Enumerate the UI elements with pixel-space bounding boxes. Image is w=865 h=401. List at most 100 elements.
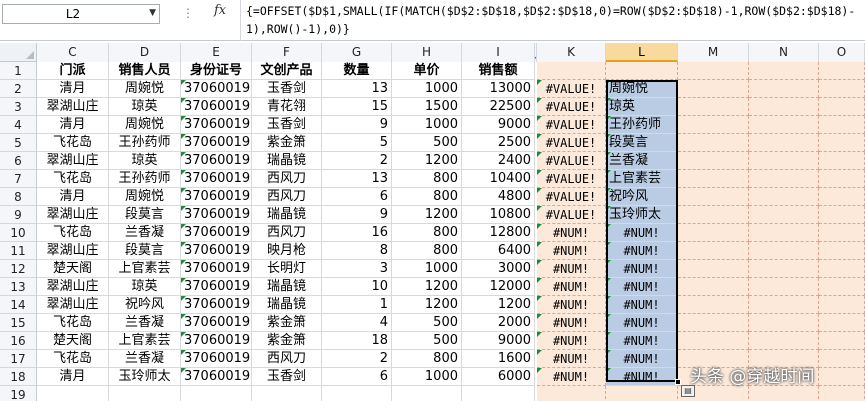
cell-l1[interactable] bbox=[606, 62, 678, 80]
cell-d17[interactable]: 兰香凝 bbox=[109, 350, 181, 368]
formula-input[interactable]: {=OFFSET($D$1,SMALL(IF(MATCH($D$2:$D$18,… bbox=[246, 2, 864, 38]
cell-l7[interactable]: 上官素芸 bbox=[606, 170, 678, 188]
column-header-k[interactable]: K bbox=[537, 43, 606, 62]
cell-e4[interactable]: 37060019 bbox=[181, 116, 252, 134]
cell-d15[interactable]: 兰香凝 bbox=[109, 314, 181, 332]
cell-c11[interactable]: 翠湖山庄 bbox=[37, 242, 109, 260]
cell-c19[interactable] bbox=[37, 386, 109, 401]
cell-i13[interactable]: 12000 bbox=[462, 278, 535, 296]
cell-g9[interactable]: 9 bbox=[322, 206, 392, 224]
cell-n14[interactable] bbox=[749, 296, 819, 314]
cell-d10[interactable]: 兰香凝 bbox=[109, 224, 181, 242]
cell-i8[interactable]: 4800 bbox=[462, 188, 535, 206]
cell-f4[interactable]: 玉香剑 bbox=[252, 116, 322, 134]
cell-o16[interactable] bbox=[819, 332, 865, 350]
row-header-19[interactable]: 19 bbox=[0, 386, 37, 401]
cell-n6[interactable] bbox=[749, 152, 819, 170]
cell-o13[interactable] bbox=[819, 278, 865, 296]
cell-i14[interactable]: 1200 bbox=[462, 296, 535, 314]
cell-f18[interactable]: 玉香剑 bbox=[252, 368, 322, 386]
cell-k18[interactable]: #NUM! bbox=[537, 368, 606, 386]
cell-g1[interactable]: 数量 bbox=[322, 62, 392, 80]
cell-m4[interactable] bbox=[678, 116, 749, 134]
cell-n19[interactable] bbox=[749, 386, 819, 401]
cell-l9[interactable]: 玉玲师太 bbox=[606, 206, 678, 224]
row-header-11[interactable]: 11 bbox=[0, 242, 37, 260]
cell-m8[interactable] bbox=[678, 188, 749, 206]
cell-g6[interactable]: 2 bbox=[322, 152, 392, 170]
cell-m3[interactable] bbox=[678, 98, 749, 116]
cell-m14[interactable] bbox=[678, 296, 749, 314]
cell-i4[interactable]: 9000 bbox=[462, 116, 535, 134]
column-header-m[interactable]: M bbox=[678, 43, 749, 62]
cell-h16[interactable]: 500 bbox=[392, 332, 462, 350]
cell-f5[interactable]: 紫金箫 bbox=[252, 134, 322, 152]
cell-o14[interactable] bbox=[819, 296, 865, 314]
cell-k11[interactable]: #NUM! bbox=[537, 242, 606, 260]
cell-e7[interactable]: 37060019 bbox=[181, 170, 252, 188]
cell-o19[interactable] bbox=[819, 386, 865, 401]
cell-d3[interactable]: 琼英 bbox=[109, 98, 181, 116]
cell-k15[interactable]: #NUM! bbox=[537, 314, 606, 332]
cell-c17[interactable]: 飞花岛 bbox=[37, 350, 109, 368]
cell-h6[interactable]: 1200 bbox=[392, 152, 462, 170]
cell-d13[interactable]: 琼英 bbox=[109, 278, 181, 296]
row-header-4[interactable]: 4 bbox=[0, 116, 37, 134]
row-header-14[interactable]: 14 bbox=[0, 296, 37, 314]
cell-i1[interactable]: 销售额 bbox=[462, 62, 535, 80]
cell-c3[interactable]: 翠湖山庄 bbox=[37, 98, 109, 116]
cell-f7[interactable]: 西风刀 bbox=[252, 170, 322, 188]
cell-d1[interactable]: 销售人员 bbox=[109, 62, 181, 80]
cell-c15[interactable]: 飞花岛 bbox=[37, 314, 109, 332]
cell-c12[interactable]: 楚天阁 bbox=[37, 260, 109, 278]
cell-h8[interactable]: 800 bbox=[392, 188, 462, 206]
cell-d6[interactable]: 琼英 bbox=[109, 152, 181, 170]
cell-k17[interactable]: #NUM! bbox=[537, 350, 606, 368]
cell-l13[interactable]: #NUM! bbox=[606, 278, 678, 296]
cell-e5[interactable]: 37060019 bbox=[181, 134, 252, 152]
cell-i5[interactable]: 2500 bbox=[462, 134, 535, 152]
cell-e9[interactable]: 37060019 bbox=[181, 206, 252, 224]
row-header-15[interactable]: 15 bbox=[0, 314, 37, 332]
cell-h7[interactable]: 800 bbox=[392, 170, 462, 188]
cell-c9[interactable]: 翠湖山庄 bbox=[37, 206, 109, 224]
cell-k14[interactable]: #NUM! bbox=[537, 296, 606, 314]
cell-h12[interactable]: 1000 bbox=[392, 260, 462, 278]
cell-e17[interactable]: 37060019 bbox=[181, 350, 252, 368]
cell-m1[interactable] bbox=[678, 62, 749, 80]
cell-e10[interactable]: 37060019 bbox=[181, 224, 252, 242]
column-header-d[interactable]: D bbox=[109, 43, 181, 62]
cell-d16[interactable]: 上官素芸 bbox=[109, 332, 181, 350]
cell-g11[interactable]: 8 bbox=[322, 242, 392, 260]
cell-n11[interactable] bbox=[749, 242, 819, 260]
cell-k1[interactable] bbox=[537, 62, 606, 80]
cell-k10[interactable]: #NUM! bbox=[537, 224, 606, 242]
cell-n4[interactable] bbox=[749, 116, 819, 134]
cell-f10[interactable]: 西风刀 bbox=[252, 224, 322, 242]
cell-o11[interactable] bbox=[819, 242, 865, 260]
cell-o1[interactable] bbox=[819, 62, 865, 80]
cell-c2[interactable]: 清月 bbox=[37, 80, 109, 98]
cell-n16[interactable] bbox=[749, 332, 819, 350]
cell-d14[interactable]: 祝吟风 bbox=[109, 296, 181, 314]
cell-h9[interactable]: 1200 bbox=[392, 206, 462, 224]
cell-f13[interactable]: 瑞晶镜 bbox=[252, 278, 322, 296]
cell-l12[interactable]: #NUM! bbox=[606, 260, 678, 278]
cell-i2[interactable]: 13000 bbox=[462, 80, 535, 98]
cell-o15[interactable] bbox=[819, 314, 865, 332]
cell-k2[interactable]: #VALUE! bbox=[537, 80, 606, 98]
cell-d9[interactable]: 段莫言 bbox=[109, 206, 181, 224]
cell-d2[interactable]: 周婉悦 bbox=[109, 80, 181, 98]
cell-i16[interactable]: 9000 bbox=[462, 332, 535, 350]
cell-k16[interactable]: #NUM! bbox=[537, 332, 606, 350]
column-header-g[interactable]: G bbox=[322, 43, 392, 62]
cell-m10[interactable] bbox=[678, 224, 749, 242]
cell-e13[interactable]: 37060019 bbox=[181, 278, 252, 296]
cell-o3[interactable] bbox=[819, 98, 865, 116]
cell-h13[interactable]: 1200 bbox=[392, 278, 462, 296]
column-header-n[interactable]: N bbox=[749, 43, 819, 62]
cell-i7[interactable]: 10400 bbox=[462, 170, 535, 188]
column-header-e[interactable]: E bbox=[181, 43, 252, 62]
row-header-2[interactable]: 2 bbox=[0, 80, 37, 98]
column-header-l[interactable]: L bbox=[606, 43, 678, 62]
